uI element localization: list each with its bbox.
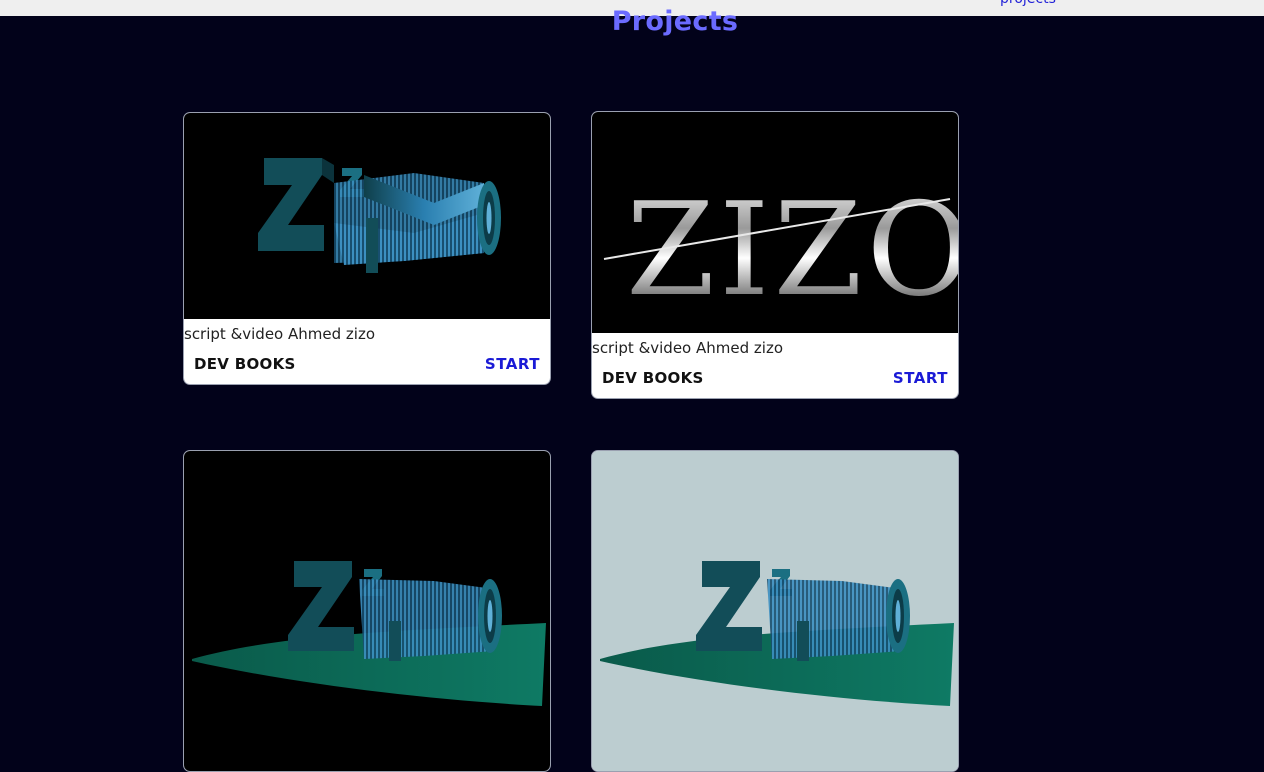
zizo-chrome-logo-image: ZIZO: [603, 176, 958, 325]
project-description: script &video Ahmed zizo: [592, 339, 783, 357]
start-button[interactable]: START: [893, 369, 948, 387]
brand-label: DEV BOOKS: [194, 355, 296, 373]
project-thumbnail[interactable]: [184, 113, 550, 319]
project-card: ZIZO script &video Ahmed zizo DEV BOOKS …: [591, 111, 959, 399]
section-title: Projects: [611, 6, 739, 37]
project-card: [591, 450, 959, 772]
logo-text: ZIZO: [626, 176, 958, 325]
project-description: script &video Ahmed zizo: [184, 325, 375, 343]
project-card: script &video Ahmed zizo DEV BOOKS START: [183, 112, 551, 385]
project-thumbnail[interactable]: ZIZO: [592, 112, 958, 333]
card-footer: DEV BOOKS START: [184, 344, 550, 384]
card-footer: DEV BOOKS START: [592, 358, 958, 398]
brand-label: DEV BOOKS: [602, 369, 704, 387]
start-button[interactable]: START: [485, 355, 540, 373]
project-card: [183, 450, 551, 772]
zizo-3d-wave-image: [192, 561, 546, 706]
project-thumbnail[interactable]: [592, 451, 958, 771]
zizo-3d-wave-light-image: [600, 561, 954, 706]
project-thumbnail[interactable]: [184, 451, 550, 771]
zizo-3d-logo-image: [258, 158, 501, 273]
